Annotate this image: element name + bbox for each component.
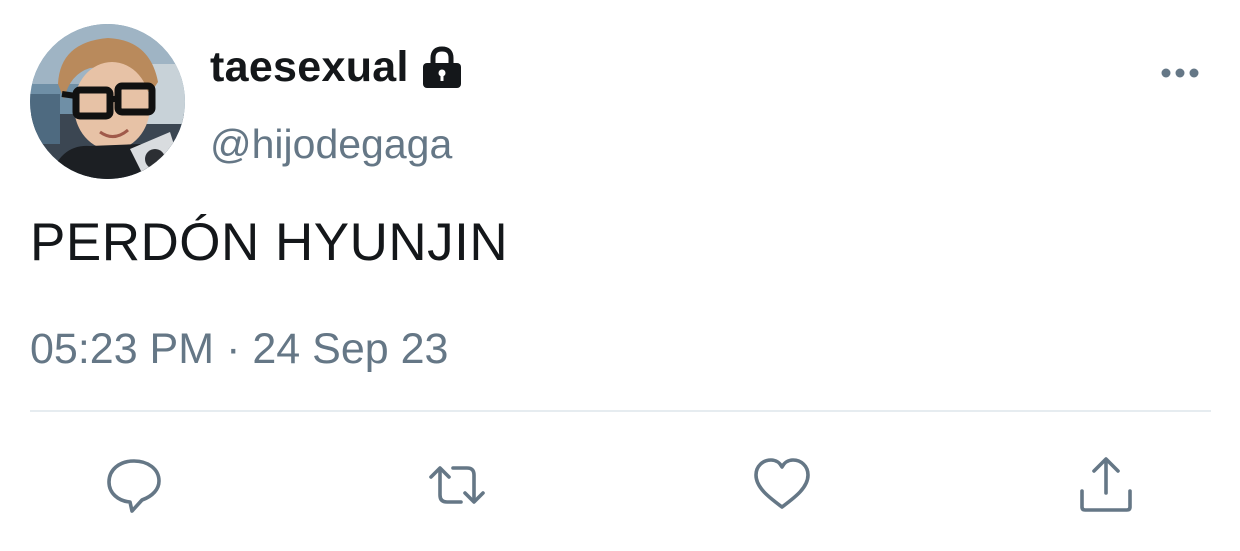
more-icon — [1161, 68, 1199, 78]
tweet-time[interactable]: 05:23 PM — [30, 323, 214, 375]
tweet-date[interactable]: 24 Sep 23 — [252, 323, 448, 375]
retweet-button[interactable] — [427, 455, 487, 515]
display-name[interactable]: taesexual — [210, 42, 409, 92]
display-name-row[interactable]: taesexual — [210, 42, 465, 92]
user-handle[interactable]: @hijodegaga — [210, 120, 452, 168]
share-icon — [1080, 457, 1132, 512]
tweet-text: PERDÓN HYUNJIN — [30, 213, 509, 272]
retweet-icon — [429, 466, 485, 504]
reply-button[interactable] — [104, 455, 164, 515]
share-button[interactable] — [1076, 455, 1136, 515]
tweet-timestamp[interactable]: 05:23 PM · 24 Sep 23 — [30, 323, 448, 375]
avatar-image — [30, 24, 185, 179]
divider — [30, 410, 1211, 412]
heart-icon — [754, 458, 810, 509]
more-button[interactable] — [1150, 58, 1210, 88]
meta-separator: · — [226, 325, 241, 373]
reply-icon — [107, 459, 161, 513]
avatar[interactable] — [30, 24, 185, 179]
lock-icon — [419, 44, 465, 90]
like-button[interactable] — [752, 455, 812, 515]
